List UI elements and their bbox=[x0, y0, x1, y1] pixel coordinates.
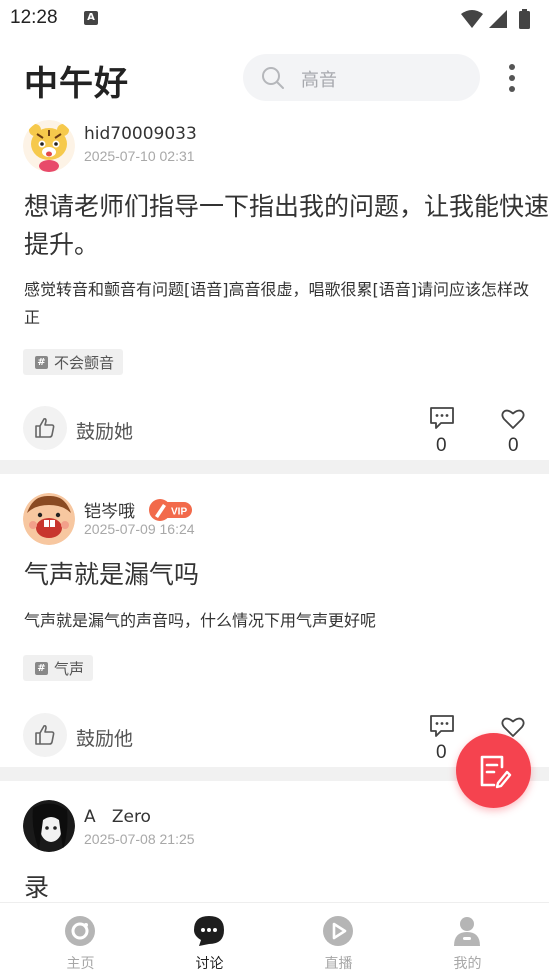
post-title[interactable]: 录 bbox=[24, 869, 549, 902]
compose-post-button[interactable] bbox=[456, 733, 531, 808]
comment-count: 0 bbox=[436, 742, 447, 763]
topic-tag[interactable]: # 不会颤音 bbox=[23, 349, 124, 375]
author-name[interactable]: A Zero bbox=[84, 807, 151, 827]
thumbs-up-icon bbox=[35, 724, 55, 745]
comment-icon[interactable] bbox=[429, 714, 455, 738]
hash-icon: # bbox=[35, 661, 48, 675]
nav-live[interactable]: 直播 bbox=[270, 903, 407, 977]
encourage-label[interactable]: 鼓励他 bbox=[76, 724, 133, 751]
post-body[interactable]: 气声就是漏气的声音吗，什么情况下用气声更好呢 bbox=[24, 607, 529, 635]
avatar[interactable] bbox=[23, 120, 75, 172]
like-count: 0 bbox=[508, 435, 519, 456]
nav-label: 主页 bbox=[66, 956, 95, 972]
post-time: 2025-07-09 16:24 bbox=[84, 521, 195, 537]
nav-mine[interactable]: 我的 bbox=[399, 903, 536, 977]
notification-icon: A bbox=[84, 11, 98, 25]
home-disc-icon bbox=[65, 916, 95, 946]
status-time: 12:28 bbox=[10, 7, 58, 28]
user-icon bbox=[454, 917, 480, 946]
nav-label: 我的 bbox=[453, 956, 482, 972]
status-bar: 12:28 A bbox=[0, 0, 549, 38]
hash-icon: # bbox=[35, 355, 48, 369]
search-icon bbox=[262, 67, 284, 89]
avatar[interactable] bbox=[23, 493, 75, 545]
comment-icon[interactable] bbox=[429, 406, 455, 430]
post-time: 2025-07-08 21:25 bbox=[84, 831, 195, 847]
tag-label: 气声 bbox=[54, 659, 85, 678]
encourage-button[interactable] bbox=[23, 406, 67, 450]
chat-bubble-icon bbox=[194, 916, 224, 946]
search-placeholder: 高音 bbox=[301, 70, 337, 91]
greeting-title: 中午好 bbox=[24, 64, 129, 104]
edit-note-icon bbox=[480, 755, 512, 789]
post-time: 2025-07-10 02:31 bbox=[84, 148, 195, 164]
tiger-avatar-icon bbox=[23, 120, 75, 172]
search-input[interactable]: 高音 bbox=[243, 54, 480, 101]
post-divider bbox=[0, 460, 549, 474]
heart-icon[interactable] bbox=[501, 408, 525, 430]
post-title[interactable]: 想请老师们指导一下指出我的问题，让我能快速提升。 bbox=[24, 188, 549, 264]
encourage-label[interactable]: 鼓励她 bbox=[76, 417, 133, 444]
comment-count: 0 bbox=[436, 435, 447, 456]
author-name[interactable]: 铠岑哦 bbox=[84, 497, 135, 522]
encourage-button[interactable] bbox=[23, 713, 67, 757]
nav-label: 直播 bbox=[324, 956, 353, 972]
nav-label: 讨论 bbox=[195, 956, 224, 972]
author-name[interactable]: hid70009033 bbox=[84, 124, 197, 144]
nav-home[interactable]: 主页 bbox=[12, 903, 149, 977]
thumbs-up-icon bbox=[35, 417, 55, 438]
anime-girl-avatar-icon bbox=[23, 800, 75, 852]
svg-text:VIP: VIP bbox=[171, 507, 187, 518]
vip-badge-icon: VIP bbox=[149, 499, 192, 521]
more-options-button[interactable] bbox=[500, 60, 524, 96]
cartoon-face-avatar-icon bbox=[23, 493, 75, 545]
avatar[interactable] bbox=[23, 800, 75, 852]
post-title[interactable]: 气声就是漏气吗 bbox=[24, 556, 549, 594]
post-body[interactable]: 感觉转音和颤音有问题[语音]高音很虚，唱歌很累[语音]请问应该怎样改正 bbox=[24, 276, 529, 332]
nav-discuss[interactable]: 讨论 bbox=[141, 903, 278, 977]
topic-tag[interactable]: # 气声 bbox=[23, 655, 94, 681]
tag-label: 不会颤音 bbox=[54, 353, 115, 372]
bottom-nav: 主页 讨论 直播 我的 bbox=[0, 902, 549, 977]
play-icon bbox=[323, 916, 353, 946]
signal-battery-icons bbox=[461, 9, 530, 29]
